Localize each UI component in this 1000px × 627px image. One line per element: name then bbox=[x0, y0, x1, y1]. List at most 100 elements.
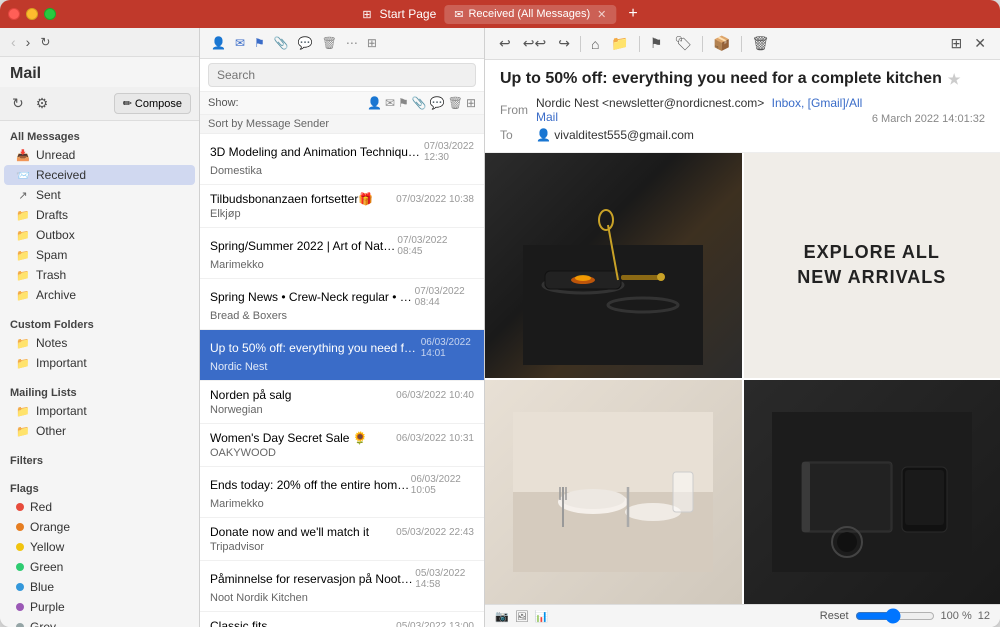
delete-button[interactable]: 🗑 bbox=[748, 33, 774, 54]
sidebar-item-flag-purple[interactable]: Purple bbox=[4, 597, 195, 617]
msg-sender: Noot Nordik Kitchen bbox=[210, 592, 474, 604]
sidebar-item-important[interactable]: 📁 Important bbox=[4, 353, 195, 373]
refresh-button[interactable]: ↻ bbox=[35, 33, 55, 51]
tag-button[interactable]: 🏷 bbox=[670, 33, 696, 54]
sidebar-item-ml-important[interactable]: 📁 Important bbox=[4, 401, 195, 421]
add-tab-button[interactable]: + bbox=[628, 5, 637, 23]
expand-button[interactable]: ⊞ bbox=[947, 33, 967, 54]
sidebar-item-flag-red[interactable]: Red bbox=[4, 497, 195, 517]
message-item[interactable]: Påminnelse for reservasjon på Noot Nordi… bbox=[200, 561, 484, 612]
sidebar-item-unread[interactable]: 📥 Unread bbox=[4, 145, 195, 165]
minimize-button[interactable] bbox=[26, 8, 38, 20]
message-item[interactable]: Tilbudsbonanzaen fortsetter🎁 07/03/2022 … bbox=[200, 185, 484, 228]
message-item[interactable]: Donate now and we'll match it 05/03/2022… bbox=[200, 518, 484, 561]
message-item[interactable]: Classic fits 05/03/2022 13:00 Samsøe Sam… bbox=[200, 612, 484, 627]
show-avatar-icon[interactable]: 👤 bbox=[367, 96, 382, 110]
tab-label: Received (All Messages) bbox=[468, 8, 590, 20]
msg-avatar-icon: 👤 bbox=[208, 34, 229, 52]
sidebar-item-received[interactable]: 📨 Received bbox=[4, 165, 195, 185]
filter-button[interactable]: ⚙ bbox=[32, 93, 53, 114]
folder-button[interactable]: 📁 bbox=[607, 33, 632, 54]
sidebar-item-flag-blue[interactable]: Blue bbox=[4, 577, 195, 597]
bottom-right-image bbox=[744, 380, 1000, 605]
archive-button[interactable]: 📦 bbox=[709, 33, 734, 54]
sidebar-item-flag-green[interactable]: Green bbox=[4, 557, 195, 577]
show-flag-icon[interactable]: ⚑ bbox=[398, 96, 409, 110]
check-mail-button[interactable]: ↻ bbox=[8, 93, 28, 114]
message-item[interactable]: Spring News • Crew-Neck regular • Limite… bbox=[200, 279, 484, 330]
msg-subject: Påminnelse for reservasjon på Noot Nordi… bbox=[210, 572, 415, 586]
message-item[interactable]: Up to 50% off: everything you need for a… bbox=[200, 330, 484, 381]
sidebar-item-archive[interactable]: 📁 Archive bbox=[4, 285, 195, 305]
sidebar-item-sent[interactable]: ↗ Sent bbox=[4, 185, 195, 205]
msg-layout-icon[interactable]: ⊞ bbox=[364, 34, 380, 52]
show-delete-icon[interactable]: 🗑 bbox=[448, 96, 463, 110]
sidebar-title: Mail bbox=[0, 57, 199, 87]
show-thread-icon[interactable]: 💬 bbox=[430, 96, 445, 110]
titlebar-center: ⊞ Start Page ✉ Received (All Messages) ✕… bbox=[362, 5, 637, 24]
sidebar-item-label: Notes bbox=[36, 336, 185, 350]
sidebar-item-drafts[interactable]: 📁 Drafts bbox=[4, 205, 195, 225]
msg-date: 06/03/2022 10:40 bbox=[396, 390, 474, 401]
msg-sender: Nordic Nest bbox=[210, 361, 474, 373]
trash-icon: 📁 bbox=[16, 269, 30, 282]
email-statusbar: 📷 🖼 📊 Reset 100 % 12 bbox=[485, 604, 1000, 627]
sidebar-item-flag-orange[interactable]: Orange bbox=[4, 517, 195, 537]
tab-close-icon[interactable]: ✕ bbox=[597, 8, 606, 21]
sidebar-item-label: Drafts bbox=[36, 208, 185, 222]
msg-envelope-icon: ✉ bbox=[232, 34, 248, 52]
titlebar: ⊞ Start Page ✉ Received (All Messages) ✕… bbox=[0, 0, 1000, 28]
sidebar-item-label: Trash bbox=[36, 268, 185, 282]
flag-label: Orange bbox=[30, 520, 185, 534]
msg-sender: Marimekko bbox=[210, 259, 474, 271]
forward-button[interactable]: › bbox=[21, 32, 36, 52]
sort-bar[interactable]: Sort by Message Sender bbox=[200, 115, 484, 134]
sidebar-item-notes[interactable]: 📁 Notes bbox=[4, 333, 195, 353]
email-panel: ↩ ↩↩ ↪ ⌂ 📁 ⚑ 🏷 📦 🗑 ⊞ ✕ bbox=[485, 28, 1000, 627]
compose-button[interactable]: ✏ Compose bbox=[114, 93, 191, 114]
active-tab[interactable]: ✉ Received (All Messages) ✕ bbox=[444, 5, 616, 24]
email-subject: Up to 50% off: everything you need for a… bbox=[500, 70, 985, 88]
reset-button[interactable]: Reset bbox=[820, 610, 849, 622]
show-attachment-icon[interactable]: 📎 bbox=[412, 96, 427, 110]
to-value: 👤 vivalditest555@gmail.com bbox=[536, 128, 864, 142]
msg-more-icon[interactable]: ⋯ bbox=[343, 34, 361, 52]
sidebar-item-outbox[interactable]: 📁 Outbox bbox=[4, 225, 195, 245]
msg-subject: Spring News • Crew-Neck regular • Limite… bbox=[210, 290, 415, 304]
msg-delete-icon[interactable]: 🗑 bbox=[319, 34, 340, 52]
reply-all-button[interactable]: ↩↩ bbox=[519, 33, 550, 54]
print-button[interactable]: ✕ bbox=[970, 33, 990, 54]
message-item[interactable]: 3D Modeling and Animation Techniques wit… bbox=[200, 134, 484, 185]
message-item[interactable]: Spring/Summer 2022 | Art of Nature 07/03… bbox=[200, 228, 484, 279]
folder-icon: 📁 bbox=[16, 405, 30, 418]
sidebar-item-ml-other[interactable]: 📁 Other bbox=[4, 421, 195, 441]
toolbar-divider bbox=[580, 36, 581, 52]
star-icon[interactable]: ★ bbox=[948, 71, 961, 88]
sidebar-item-trash[interactable]: 📁 Trash bbox=[4, 265, 195, 285]
envelope-icon: ✉ bbox=[454, 8, 463, 21]
message-item[interactable]: Ends today: 20% off the entire home coll… bbox=[200, 467, 484, 518]
back-button[interactable]: ‹ bbox=[6, 32, 21, 52]
toolbar-divider bbox=[639, 36, 640, 52]
sidebar-item-flag-yellow[interactable]: Yellow bbox=[4, 537, 195, 557]
purple-flag-dot bbox=[16, 603, 24, 611]
reply-button[interactable]: ↩ bbox=[495, 33, 515, 54]
message-item[interactable]: Women's Day Secret Sale 🌻 06/03/2022 10:… bbox=[200, 424, 484, 467]
show-envelope-icon[interactable]: ✉ bbox=[385, 96, 395, 110]
show-layout-icon[interactable]: ⊞ bbox=[466, 96, 476, 110]
sidebar-item-spam[interactable]: 📁 Spam bbox=[4, 245, 195, 265]
home-button[interactable]: ⌂ bbox=[587, 34, 603, 54]
zoom-slider[interactable] bbox=[855, 608, 935, 624]
maximize-button[interactable] bbox=[44, 8, 56, 20]
message-list: 3D Modeling and Animation Techniques wit… bbox=[200, 134, 484, 627]
flag-button[interactable]: ⚑ bbox=[646, 33, 667, 54]
flags-section: Flags Red Orange Yellow Green bbox=[0, 473, 199, 627]
sidebar-item-flag-grey[interactable]: Grey bbox=[4, 617, 195, 627]
flag-label: Grey bbox=[30, 620, 185, 627]
message-item[interactable]: Norden på salg 06/03/2022 10:40 Norwegia… bbox=[200, 381, 484, 424]
archive-icon: 📁 bbox=[16, 289, 30, 302]
close-button[interactable] bbox=[8, 8, 20, 20]
search-input[interactable] bbox=[208, 63, 476, 87]
forward-button[interactable]: ↪ bbox=[554, 33, 574, 54]
show-bar: Show: 👤 ✉ ⚑ 📎 💬 🗑 ⊞ bbox=[200, 92, 484, 115]
